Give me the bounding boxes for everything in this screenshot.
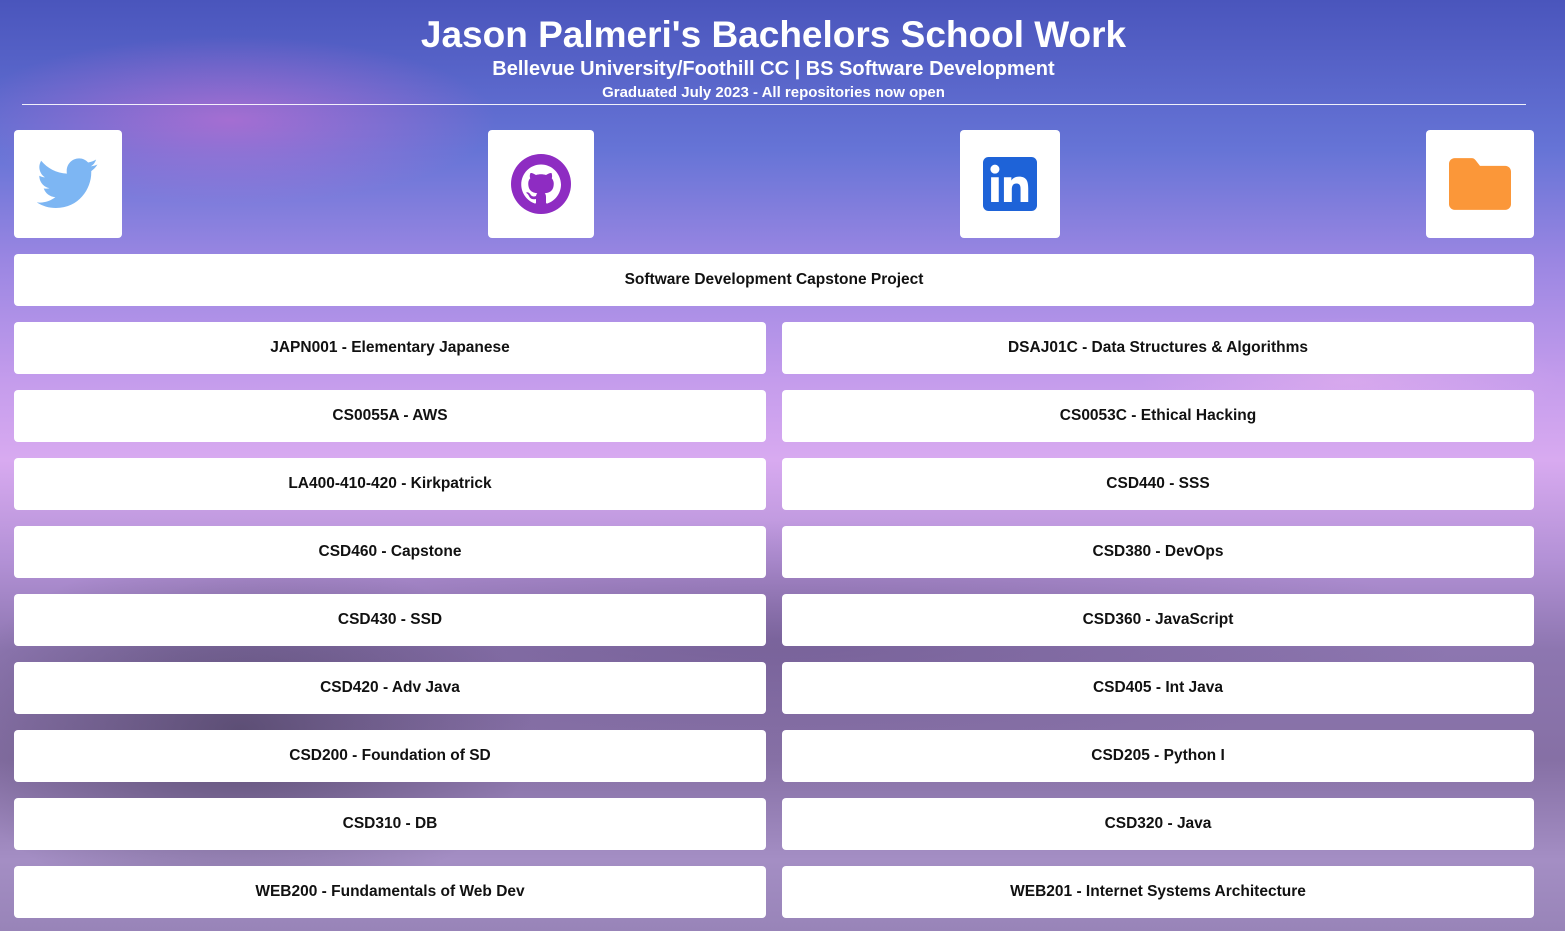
page-title: Jason Palmeri's Bachelors School Work [420, 14, 1127, 55]
twitter-link[interactable] [14, 130, 122, 238]
course-button[interactable]: CS0055A - AWS [14, 390, 766, 442]
course-button[interactable]: CSD360 - JavaScript [782, 594, 1534, 646]
course-button[interactable]: CSD430 - SSD [14, 594, 766, 646]
course-button[interactable]: CSD405 - Int Java [782, 662, 1534, 714]
course-button[interactable]: CSD200 - Foundation of SD [14, 730, 766, 782]
course-button[interactable]: CSD440 - SSS [782, 458, 1534, 510]
header-divider [22, 104, 1526, 105]
page-subtitle: Bellevue University/Foothill CC | BS Sof… [492, 58, 1055, 80]
folder-link[interactable] [1426, 130, 1534, 238]
course-button[interactable]: CSD320 - Java [782, 798, 1534, 850]
course-button[interactable]: CSD460 - Capstone [14, 526, 766, 578]
twitter-icon [37, 158, 98, 209]
course-button[interactable]: CSD310 - DB [14, 798, 766, 850]
course-button[interactable]: WEB201 - Internet Systems Architecture [782, 866, 1534, 918]
capstone-project-button[interactable]: Software Development Capstone Project [14, 254, 1534, 306]
course-button[interactable]: WEB200 - Fundamentals of Web Dev [14, 866, 766, 918]
github-link[interactable] [488, 130, 594, 238]
course-button[interactable]: CSD205 - Python I [782, 730, 1534, 782]
course-button[interactable]: CSD420 - Adv Java [14, 662, 766, 714]
course-button[interactable]: CSD380 - DevOps [782, 526, 1534, 578]
folder-icon [1449, 158, 1511, 210]
linkedin-link[interactable] [960, 130, 1060, 238]
course-button[interactable]: JAPN001 - Elementary Japanese [14, 322, 766, 374]
graduation-note: Graduated July 2023 - All repositories n… [602, 84, 945, 101]
course-button[interactable]: CS0053C - Ethical Hacking [782, 390, 1534, 442]
course-button[interactable]: DSAJ01C - Data Structures & Algorithms [782, 322, 1534, 374]
course-button[interactable]: LA400-410-420 - Kirkpatrick [14, 458, 766, 510]
linkedin-icon [983, 157, 1037, 211]
github-icon [511, 154, 571, 214]
